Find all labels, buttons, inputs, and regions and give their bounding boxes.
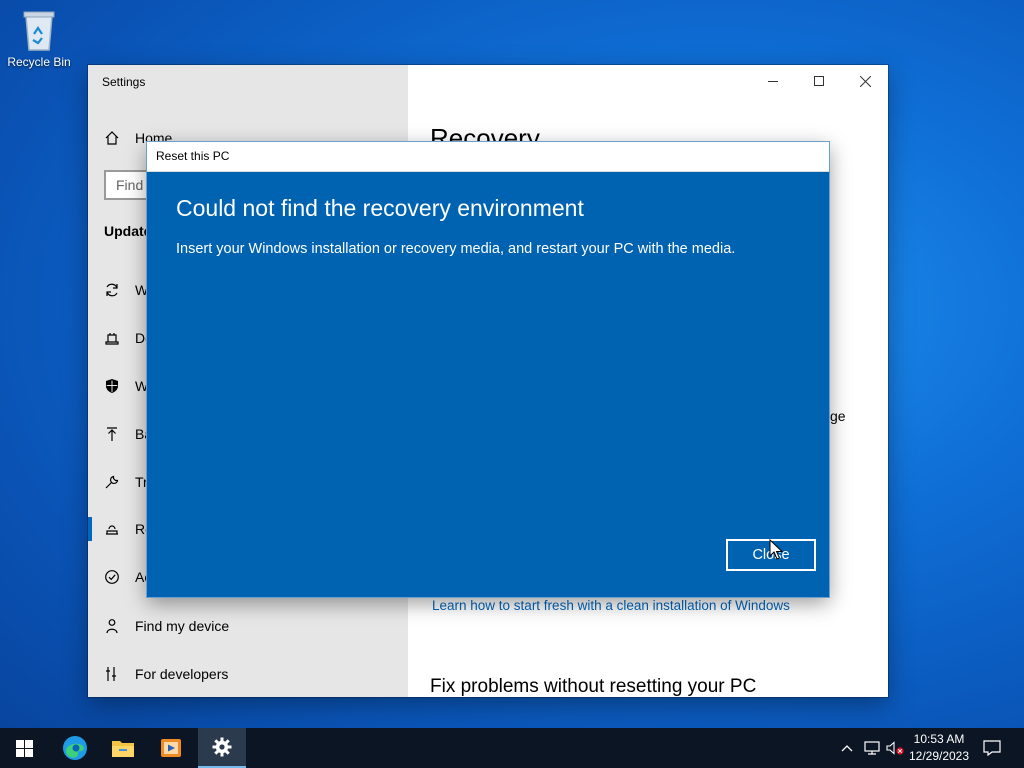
close-window-button[interactable] xyxy=(842,65,888,97)
file-explorer-icon xyxy=(112,741,134,757)
nav-item-troubleshoot[interactable]: Tr xyxy=(104,470,148,494)
nav-item-label: Find my device xyxy=(135,618,230,634)
maximize-icon xyxy=(814,76,824,86)
media-player-icon xyxy=(161,739,181,757)
wrench-icon xyxy=(105,475,119,489)
dialog-message: Insert your Windows installation or reco… xyxy=(176,241,736,257)
nav-item-delivery-optimization[interactable]: De xyxy=(104,326,153,350)
developer-icon xyxy=(106,667,116,681)
nav-item-find-my-device[interactable]: Find my device xyxy=(104,614,229,638)
sync-icon xyxy=(106,283,118,297)
settings-gear-icon xyxy=(212,737,232,757)
recycle-bin-label: Recycle Bin xyxy=(7,55,71,69)
nav-item-label: For developers xyxy=(135,666,229,682)
recovery-icon xyxy=(106,525,118,535)
start-button[interactable] xyxy=(0,728,48,768)
delivery-icon xyxy=(105,333,119,345)
minimize-icon xyxy=(768,81,778,82)
taskbar-edge-button[interactable] xyxy=(51,728,99,768)
mouse-cursor-icon xyxy=(769,539,783,560)
windows-start-icon xyxy=(15,739,33,757)
home-icon xyxy=(105,131,119,145)
dialog-title: Reset this PC xyxy=(147,142,829,172)
chevron-up-icon xyxy=(841,745,853,752)
network-icon xyxy=(864,741,880,755)
content-text-fragment: ge xyxy=(830,408,846,424)
nav-item-label: Tr xyxy=(135,474,148,490)
volume-muted-icon xyxy=(886,741,904,755)
edge-icon xyxy=(63,736,87,760)
nav-item-activation[interactable]: Ac xyxy=(104,565,151,589)
maximize-button[interactable] xyxy=(796,65,842,97)
nav-item-windows-security[interactable]: W xyxy=(104,374,148,398)
notification-icon xyxy=(983,740,1001,756)
person-pin-icon xyxy=(106,619,118,634)
recycle-bin-icon xyxy=(23,11,55,51)
volume-tray-button[interactable] xyxy=(884,728,906,768)
check-circle-icon xyxy=(105,570,119,584)
clock-time: 10:53 AM xyxy=(913,732,965,746)
taskbar-media-player-button[interactable] xyxy=(147,728,195,768)
nav-item-backup[interactable]: Ba xyxy=(104,422,152,446)
window-controls xyxy=(750,65,888,97)
nav-item-windows-update[interactable]: W xyxy=(104,278,148,302)
clock-date: 12/29/2023 xyxy=(908,749,970,763)
nav-item-for-developers[interactable]: For developers xyxy=(104,662,228,686)
section-heading-fix-problems: Fix problems without resetting your PC xyxy=(430,676,757,697)
taskbar: 10:53 AM 12/29/2023 xyxy=(0,728,1024,768)
reset-pc-dialog: Reset this PC Could not find the recover… xyxy=(147,142,829,597)
backup-arrow-icon xyxy=(107,427,117,441)
clean-install-link[interactable]: Learn how to start fresh with a clean in… xyxy=(432,598,790,613)
nav-item-recovery[interactable]: Re xyxy=(104,517,153,541)
taskbar-file-explorer-button[interactable] xyxy=(99,728,147,768)
show-hidden-icons-button[interactable] xyxy=(836,728,858,768)
nav-selected-indicator xyxy=(88,517,92,541)
find-setting-placeholder: Find xyxy=(116,177,144,193)
shield-icon xyxy=(106,379,118,393)
network-tray-button[interactable] xyxy=(860,728,884,768)
nav-section-label: Update xyxy=(104,223,152,239)
close-icon xyxy=(859,75,871,87)
dialog-heading: Could not find the recovery environment xyxy=(176,195,584,221)
minimize-button[interactable] xyxy=(750,65,796,97)
recycle-bin-desktop-icon[interactable]: Recycle Bin xyxy=(6,8,72,69)
settings-window-title: Settings xyxy=(102,75,146,89)
action-center-button[interactable] xyxy=(978,728,1006,768)
taskbar-clock[interactable]: 10:53 AM 12/29/2023 xyxy=(904,731,974,765)
taskbar-settings-button[interactable] xyxy=(198,728,246,768)
